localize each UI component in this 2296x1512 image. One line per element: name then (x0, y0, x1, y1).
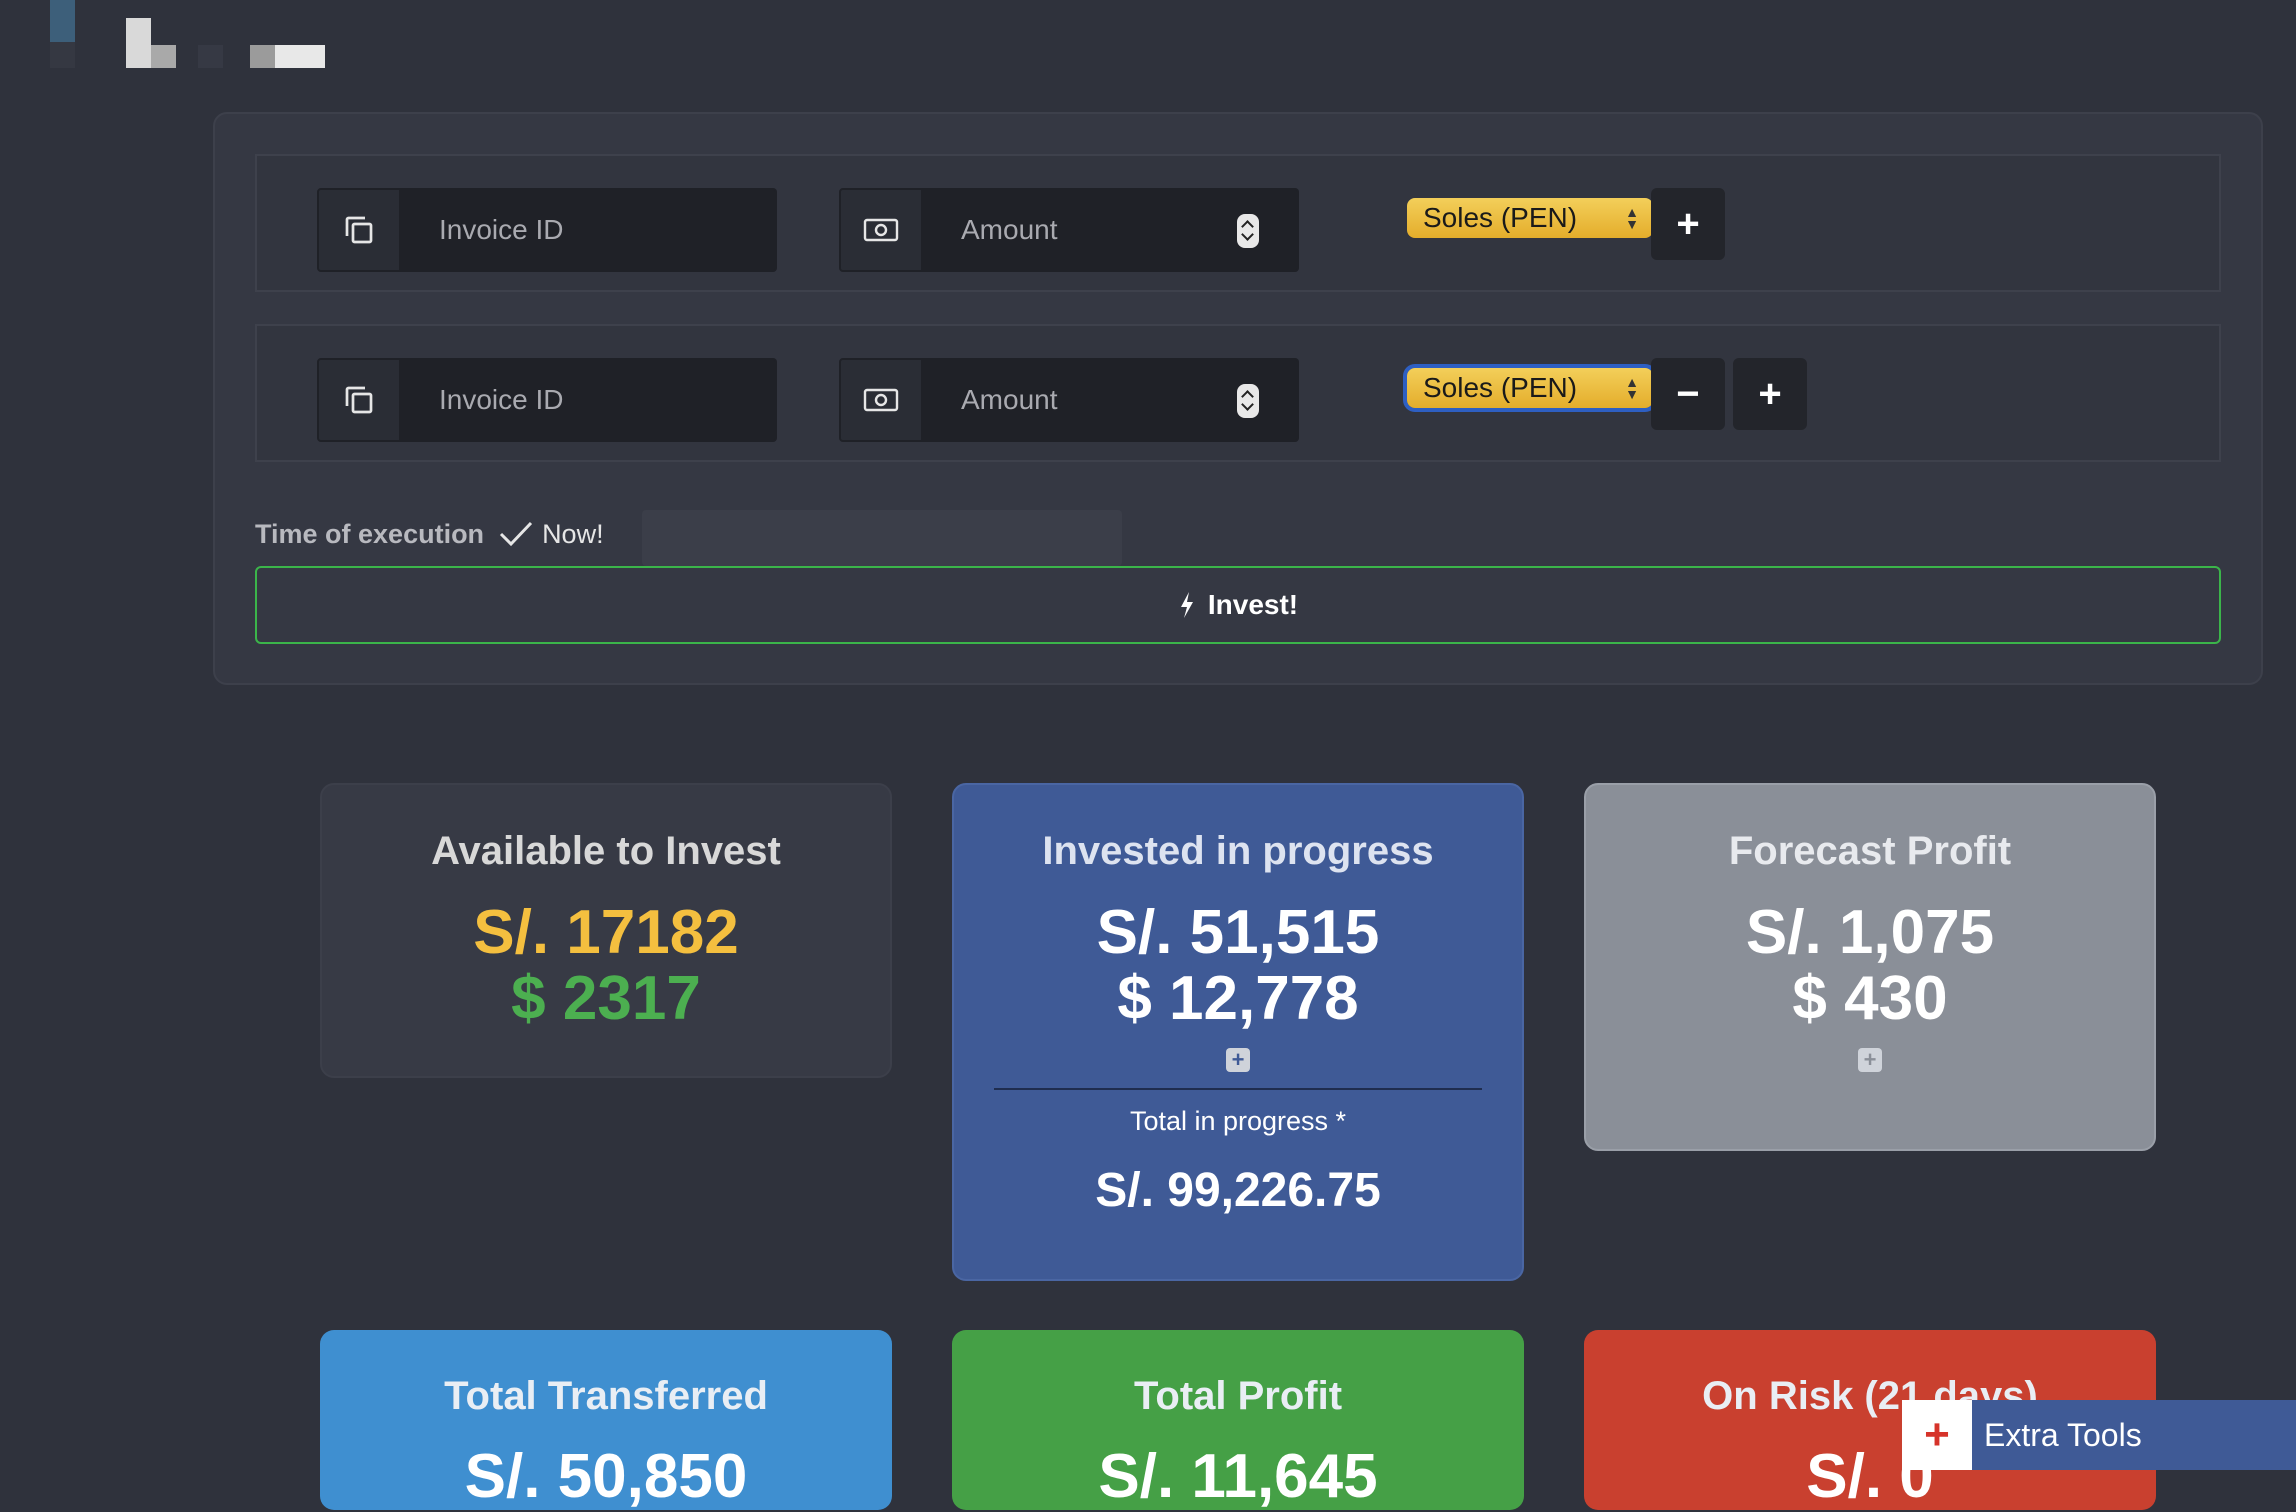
copy-icon (317, 188, 401, 272)
extra-tools-label: Extra Tools (1984, 1416, 2142, 1453)
forecast-pen-value: S/. 1,075 (1745, 898, 1995, 967)
invested-pen-value: S/. 51,515 (1096, 898, 1380, 967)
invoice-row: Soles (PEN) ▲▼ − + (255, 324, 2221, 462)
plus-icon: + (1902, 1400, 1972, 1470)
total-profit-card: Total Profit S/. 11,645 (952, 1330, 1524, 1511)
available-to-invest-card: Available to Invest S/. 17182 $ 2317 (320, 783, 892, 1078)
available-pen-value: S/. 17182 (473, 898, 739, 967)
invest-button-label: Invest! (1207, 589, 1299, 620)
invest-button[interactable]: Invest! (255, 566, 2221, 644)
card-title: Total Profit (1133, 1374, 1343, 1418)
amount-group (839, 188, 1299, 272)
extra-tools-button[interactable]: + Extra Tools (1902, 1400, 2296, 1470)
card-title: Available to Invest (431, 829, 781, 873)
add-row-button[interactable]: + (1651, 188, 1725, 260)
total-in-progress-label: Total in progress * (1129, 1106, 1347, 1136)
lightning-icon (1180, 592, 1193, 618)
amount-group (839, 358, 1299, 442)
forecast-profit-card: Forecast Profit S/. 1,075 $ 430 + (1584, 783, 2156, 1151)
add-row-button[interactable]: + (1733, 358, 1807, 430)
card-title: Invested in progress (1042, 829, 1434, 873)
invoice-id-group (317, 358, 777, 442)
select-arrows-icon: ▲ ▼ (1625, 204, 1639, 232)
amount-spinner[interactable] (1237, 384, 1259, 418)
datetime-field-redacted[interactable] (642, 510, 1122, 566)
currency-select-value: Soles (PEN) (1423, 372, 1578, 403)
invoice-id-input[interactable] (401, 188, 777, 272)
profit-pen-value: S/. 11,645 (1098, 1442, 1378, 1511)
divider (994, 1088, 1482, 1090)
money-icon (839, 188, 923, 272)
currency-select-value: Soles (PEN) (1423, 202, 1578, 233)
total-in-progress-value: S/. 99,226.75 (1095, 1164, 1381, 1217)
currency-select[interactable]: Soles (PEN) ▲ ▼ (1407, 368, 1653, 408)
money-icon (839, 358, 923, 442)
available-usd-value: $ 2317 (511, 964, 701, 1033)
total-transferred-card: Total Transferred S/. 50,850 (320, 1330, 892, 1511)
invoice-row: Soles (PEN) ▲▼ + (255, 154, 2221, 292)
copy-icon (317, 358, 401, 442)
app-logo (48, 0, 338, 70)
transferred-pen-value: S/. 50,850 (464, 1442, 748, 1511)
currency-select[interactable]: Soles (PEN) ▲ ▼ (1407, 198, 1653, 238)
remove-row-button[interactable]: − (1651, 358, 1725, 430)
select-arrows-icon: ▲ ▼ (1625, 374, 1639, 402)
invested-usd-value: $ 12,778 (1117, 964, 1359, 1033)
forecast-usd-value: $ 430 (1792, 964, 1948, 1033)
checkmark-icon[interactable] (498, 519, 534, 549)
time-of-execution: Time of execution Now! (255, 506, 1122, 566)
amount-spinner[interactable] (1237, 214, 1259, 248)
invested-in-progress-card: Invested in progress S/. 51,515 $ 12,778… (952, 783, 1524, 1281)
invoice-id-input[interactable] (401, 358, 777, 442)
plus-square-icon[interactable]: + (1858, 1048, 1882, 1072)
invoice-id-group (317, 188, 777, 272)
card-title: Total Transferred (444, 1374, 768, 1418)
expand-details: + (954, 1032, 1522, 1072)
plus-square-icon[interactable]: + (1226, 1048, 1250, 1072)
now-label[interactable]: Now! (542, 519, 604, 550)
expand-details: + (1586, 1032, 2154, 1072)
card-title: Forecast Profit (1728, 829, 2012, 873)
invest-form-panel: Soles (PEN) ▲▼ + Soles (PEN) ▲▼ (213, 112, 2263, 685)
time-of-execution-label: Time of execution (255, 518, 485, 549)
